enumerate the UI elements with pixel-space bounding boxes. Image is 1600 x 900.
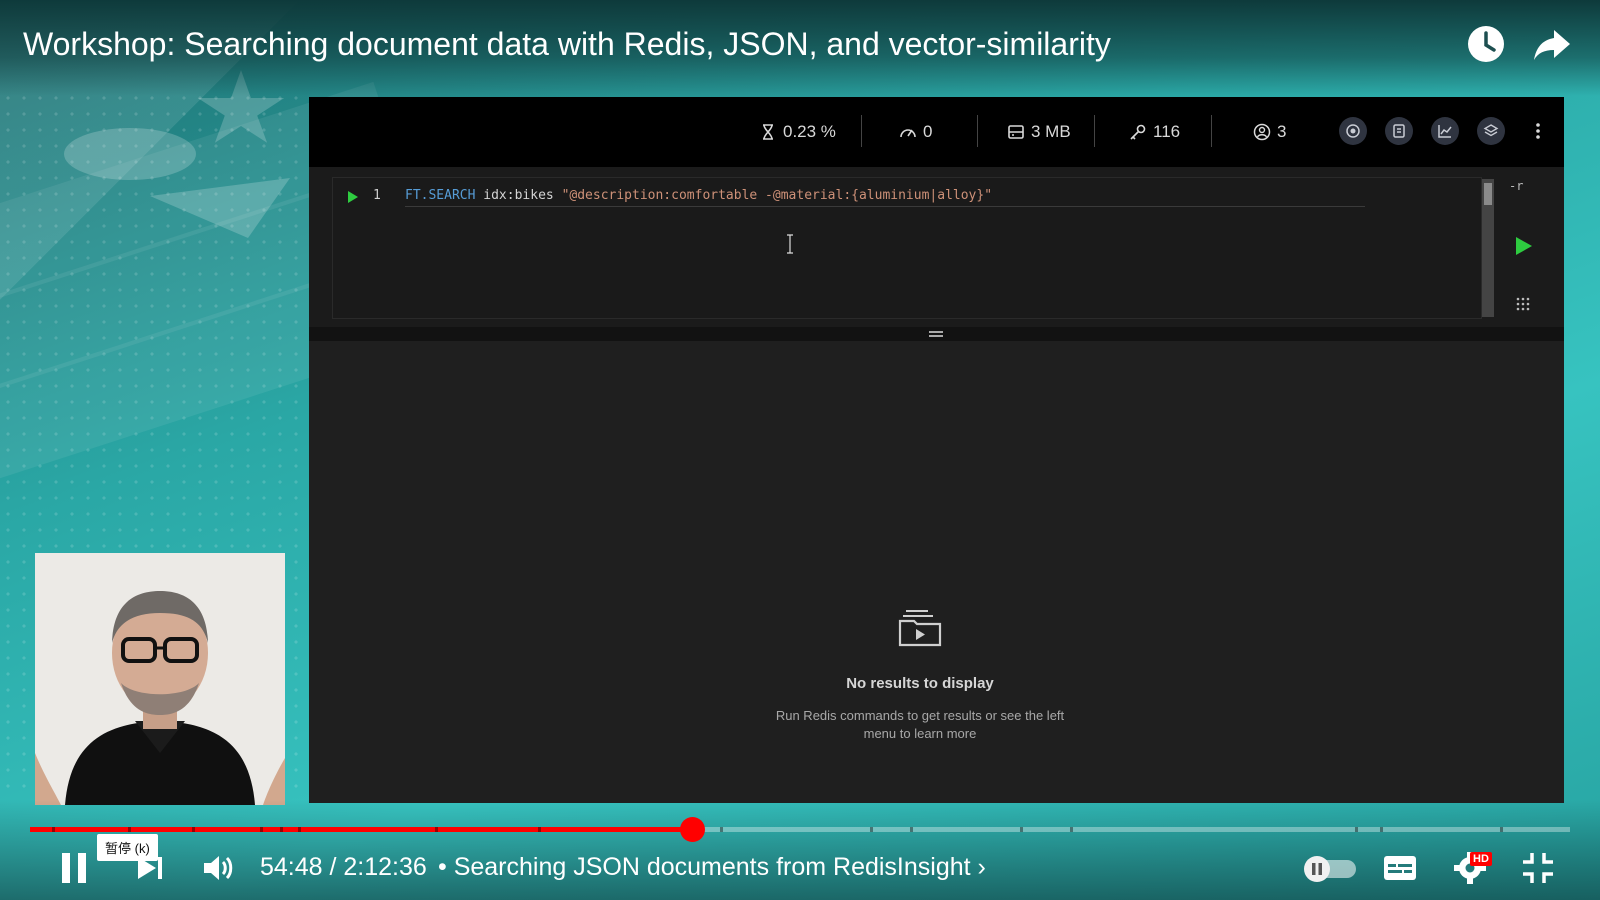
- drag-handle-icon[interactable]: [929, 331, 943, 337]
- ops-stat: 0: [899, 121, 932, 143]
- player-controls-overlay: [0, 800, 1600, 900]
- memory-stat: 3 MB: [1007, 121, 1071, 143]
- index-name: idx:bikes: [483, 188, 554, 203]
- line-number: 1: [373, 188, 381, 203]
- profiler-icon: [1346, 124, 1360, 138]
- cpu-value: 0.23 %: [783, 122, 836, 141]
- query-editor[interactable]: 1 FT.SEARCH idx:bikes "@description:comf…: [332, 177, 1482, 319]
- volume-icon[interactable]: [200, 850, 236, 886]
- speedometer-icon: [900, 129, 916, 138]
- chart-icon: [1438, 125, 1452, 138]
- chapter-title-button[interactable]: • Searching JSON documents from RedisIns…: [438, 853, 986, 882]
- subtitles-icon[interactable]: [1382, 850, 1418, 886]
- autoplay-toggle[interactable]: [1302, 850, 1358, 886]
- hd-badge: HD: [1470, 852, 1492, 866]
- chapter-marker: [435, 827, 438, 832]
- chapter-title: • Searching JSON documents from RedisIns…: [438, 853, 971, 881]
- database-stats-bar: 0.23 % 0 3 MB 116 3: [309, 97, 1564, 167]
- memory-value: 3 MB: [1031, 122, 1071, 141]
- time-display: 54:48 / 2:12:36: [260, 853, 427, 881]
- workbench-editor-area: 1 FT.SEARCH idx:bikes "@description:comf…: [309, 167, 1564, 327]
- keys-stat: 116: [1129, 121, 1180, 143]
- insights-button[interactable]: [1477, 117, 1505, 145]
- empty-results-description: Run Redis commands to get results or see…: [775, 708, 1065, 741]
- query-code-line[interactable]: FT.SEARCH idx:bikes "@description:comfor…: [405, 188, 992, 203]
- profiler-button[interactable]: [1339, 117, 1367, 145]
- chapter-marker: [52, 827, 55, 832]
- chapter-marker: [1355, 827, 1358, 832]
- chapter-marker: [128, 827, 131, 832]
- chapter-marker: [1020, 827, 1023, 832]
- watch-later-icon[interactable]: [1464, 22, 1508, 66]
- background-ellipse: [64, 128, 196, 180]
- stats-divider: [1211, 115, 1212, 147]
- presenter-webcam: [35, 553, 285, 805]
- cpu-stat: 0.23 %: [759, 121, 836, 143]
- stats-divider: [977, 115, 978, 147]
- pubsub-icon: [1393, 124, 1405, 138]
- stats-divider: [1094, 115, 1095, 147]
- chapter-marker: [280, 827, 283, 832]
- ops-value: 0: [923, 122, 933, 141]
- stats-divider: [861, 115, 862, 147]
- editor-scrollbar[interactable]: [1482, 179, 1494, 317]
- player-top-bar: Workshop: Searching document data with R…: [0, 0, 1600, 96]
- chapter-marker: [538, 827, 541, 832]
- presenter-image: [35, 553, 285, 805]
- scrollbar-thumb[interactable]: [1484, 183, 1492, 205]
- chapter-marker: [720, 827, 723, 832]
- memory-icon: [1008, 125, 1024, 139]
- chapter-marker: [1500, 827, 1503, 832]
- pause-button[interactable]: [56, 850, 92, 886]
- panel-resizer[interactable]: [309, 327, 1564, 341]
- chapter-marker: [1380, 827, 1383, 832]
- hourglass-icon: [763, 124, 773, 140]
- grid-icon[interactable]: [1516, 297, 1530, 311]
- chapter-marker: [910, 827, 913, 832]
- chapter-marker: [298, 827, 301, 832]
- chapter-chevron-icon: ›: [977, 853, 986, 881]
- keys-value: 116: [1153, 122, 1181, 141]
- analytics-button[interactable]: [1431, 117, 1459, 145]
- empty-results-title: No results to display: [846, 675, 994, 692]
- clients-stat: 3: [1253, 121, 1286, 143]
- share-icon[interactable]: [1530, 22, 1574, 66]
- next-video-button[interactable]: [132, 850, 168, 886]
- progress-bar[interactable]: [30, 817, 1570, 842]
- chapter-marker: [260, 827, 263, 832]
- chapter-marker: [870, 827, 873, 832]
- pubsub-button[interactable]: [1385, 117, 1413, 145]
- query-string: "@description:comfortable -@material:{al…: [561, 188, 993, 203]
- empty-results-icon: [898, 610, 942, 647]
- video-title[interactable]: Workshop: Searching document data with R…: [23, 24, 1111, 64]
- raw-mode-toggle[interactable]: -r: [1509, 179, 1523, 193]
- layers-icon: [1483, 124, 1499, 137]
- more-options-icon[interactable]: [1535, 121, 1541, 141]
- run-button[interactable]: [1514, 235, 1534, 257]
- run-line-icon[interactable]: [347, 190, 359, 204]
- user-icon: [1253, 123, 1271, 141]
- exit-fullscreen-icon[interactable]: [1520, 850, 1556, 886]
- command-keyword: FT.SEARCH: [405, 188, 476, 203]
- clients-value: 3: [1277, 122, 1287, 141]
- chapter-marker: [192, 827, 195, 832]
- current-line-highlight: [405, 206, 1365, 207]
- text-cursor-icon: [787, 234, 793, 254]
- results-panel: No results to display Run Redis commands…: [309, 341, 1564, 803]
- key-icon: [1130, 124, 1146, 140]
- chapter-marker: [1070, 827, 1073, 832]
- redis-insight-window: 0.23 % 0 3 MB 116 3 1 FT.SEARCH idx:bike…: [309, 97, 1564, 803]
